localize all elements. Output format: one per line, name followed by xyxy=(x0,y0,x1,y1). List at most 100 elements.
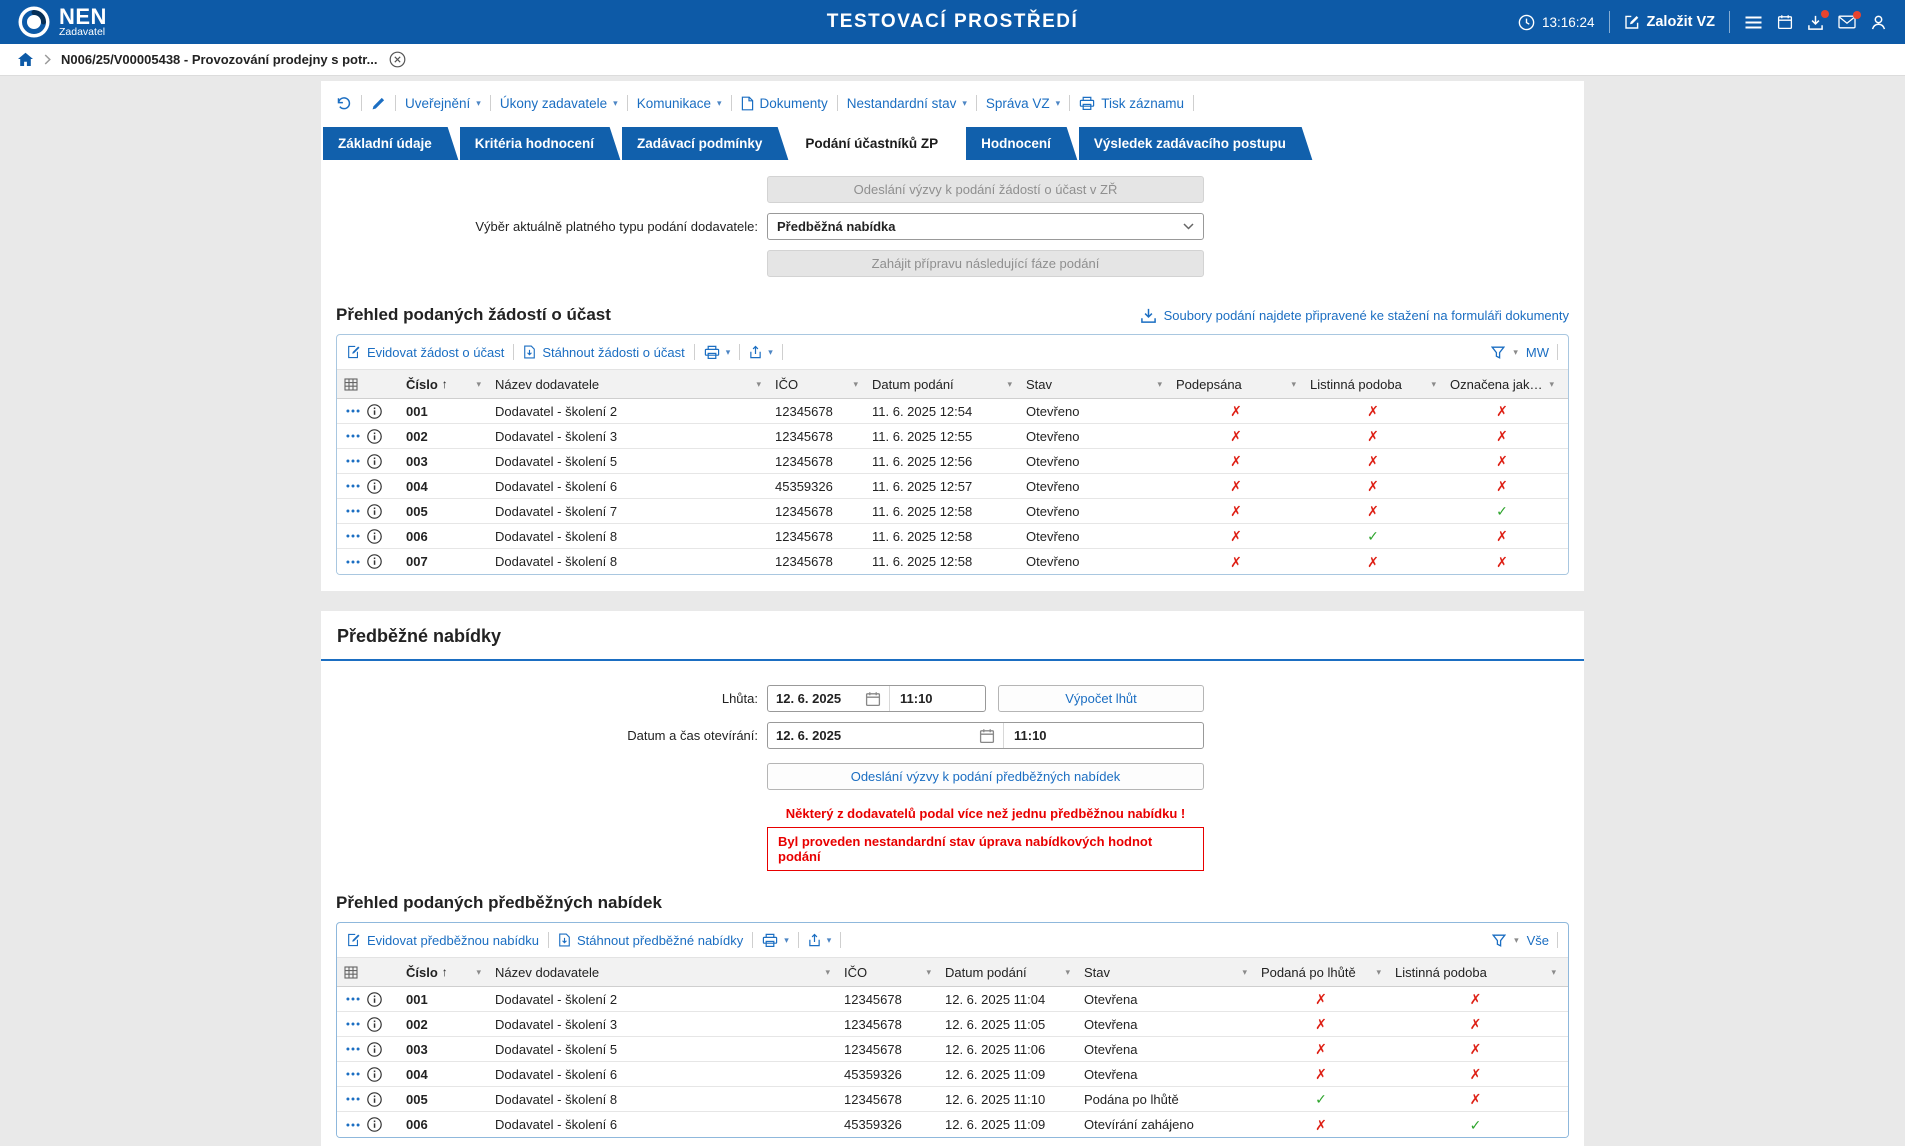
calc-deadlines-button[interactable]: Výpočet lhůt xyxy=(998,685,1204,712)
download-submissions-action[interactable]: Stáhnout předběžné nabídky xyxy=(558,933,743,948)
user-icon[interactable] xyxy=(1870,14,1887,31)
column-header-datum[interactable]: Datum podání▾ xyxy=(938,958,1077,986)
column-filter-icon[interactable]: ▾ xyxy=(1287,379,1296,390)
column-filter-icon[interactable]: ▾ xyxy=(821,967,830,978)
opening-time-value[interactable]: 11:10 xyxy=(1003,723,1203,748)
column-header-ico[interactable]: IČO▾ xyxy=(837,958,938,986)
column-filter-icon[interactable]: ▾ xyxy=(1547,967,1556,978)
tab-kriteria-hodnoceni[interactable]: Kritéria hodnocení xyxy=(460,127,609,160)
column-filter-icon[interactable]: ▾ xyxy=(752,379,761,390)
view-selector[interactable]: Vše xyxy=(1527,933,1549,948)
info-icon[interactable] xyxy=(367,554,382,569)
toolbar-item-tisk-zaznamu[interactable]: Tisk záznamu xyxy=(1079,96,1184,111)
submission-type-select[interactable]: Předběžná nabídka xyxy=(767,213,1204,240)
column-filter-icon[interactable]: ▾ xyxy=(472,379,481,390)
table-row[interactable]: 005Dodavatel - školení 81234567812. 6. 2… xyxy=(337,1087,1568,1112)
calendar-icon[interactable] xyxy=(1777,14,1793,30)
register-action[interactable]: Evidovat žádost o účast xyxy=(347,345,504,360)
info-icon[interactable] xyxy=(367,529,382,544)
column-filter-icon[interactable]: ▾ xyxy=(472,967,481,978)
column-filter-icon[interactable]: ▾ xyxy=(1153,379,1162,390)
export-menu-button[interactable]: ▾ xyxy=(808,933,832,947)
calendar-icon[interactable] xyxy=(979,728,995,744)
close-record-icon[interactable] xyxy=(389,51,406,68)
row-actions-icon[interactable] xyxy=(346,1123,360,1127)
tab-vysledek-zadavaciho-postupu[interactable]: Výsledek zadávacího postupu xyxy=(1079,127,1301,160)
messages-icon[interactable] xyxy=(1838,15,1856,29)
info-icon[interactable] xyxy=(367,992,382,1007)
export-menu-button[interactable]: ▾ xyxy=(749,345,773,359)
filter-icon[interactable] xyxy=(1491,346,1505,359)
column-header-stav[interactable]: Stav▾ xyxy=(1019,370,1169,398)
toolbar-item-komunikace[interactable]: Komunikace▾ xyxy=(637,96,722,111)
row-actions-icon[interactable] xyxy=(346,1022,360,1026)
info-icon[interactable] xyxy=(367,429,382,444)
row-actions-icon[interactable] xyxy=(346,997,360,1001)
download-submissions-action[interactable]: Stáhnout žádosti o účast xyxy=(523,345,684,360)
row-actions-icon[interactable] xyxy=(346,1072,360,1076)
table-row[interactable]: 004Dodavatel - školení 64535932612. 6. 2… xyxy=(337,1062,1568,1087)
submission-files-link[interactable]: Soubory podání najdete připravené ke sta… xyxy=(1140,307,1569,324)
info-icon[interactable] xyxy=(367,504,382,519)
column-header-po_lhute[interactable]: Podaná po lhůtě▾ xyxy=(1254,958,1388,986)
column-header-cislo[interactable]: Číslo↑▾ xyxy=(399,370,488,398)
menu-icon[interactable] xyxy=(1744,15,1763,30)
print-menu-button[interactable]: ▾ xyxy=(704,345,731,360)
column-filter-icon[interactable]: ▾ xyxy=(922,967,931,978)
info-icon[interactable] xyxy=(367,1092,382,1107)
info-icon[interactable] xyxy=(367,479,382,494)
row-actions-icon[interactable] xyxy=(346,409,360,413)
column-header-oznacena[interactable]: Označena jako ne▾ xyxy=(1443,370,1561,398)
column-header-listinna[interactable]: Listinná podoba▾ xyxy=(1388,958,1563,986)
column-header-stav[interactable]: Stav▾ xyxy=(1077,958,1254,986)
column-settings-button[interactable] xyxy=(337,370,399,398)
info-icon[interactable] xyxy=(367,1067,382,1082)
column-header-nazev[interactable]: Název dodavatele▾ xyxy=(488,958,837,986)
toolbar-item-ukony-zadavatele[interactable]: Úkony zadavatele▾ xyxy=(500,96,618,111)
info-icon[interactable] xyxy=(367,404,382,419)
row-actions-icon[interactable] xyxy=(346,560,360,564)
edit-record-icon[interactable] xyxy=(371,96,386,111)
column-filter-icon[interactable]: ▾ xyxy=(1545,379,1554,390)
table-row[interactable]: 002Dodavatel - školení 31234567811. 6. 2… xyxy=(337,424,1568,449)
toolbar-item-dokumenty[interactable]: Dokumenty xyxy=(741,96,828,111)
column-filter-icon[interactable]: ▾ xyxy=(1372,967,1381,978)
home-icon[interactable] xyxy=(17,52,34,67)
table-row[interactable]: 004Dodavatel - školení 64535932611. 6. 2… xyxy=(337,474,1568,499)
column-header-podepsana[interactable]: Podepsána▾ xyxy=(1169,370,1303,398)
filter-icon[interactable] xyxy=(1492,934,1506,947)
column-filter-icon[interactable]: ▾ xyxy=(1427,379,1436,390)
register-action[interactable]: Evidovat předběžnou nabídku xyxy=(347,933,539,948)
history-back-icon[interactable] xyxy=(335,95,352,111)
toolbar-item-uverejneni[interactable]: Uveřejnění▾ xyxy=(405,96,481,111)
row-actions-icon[interactable] xyxy=(346,1047,360,1051)
column-filter-icon[interactable]: ▾ xyxy=(1003,379,1012,390)
info-icon[interactable] xyxy=(367,1042,382,1057)
tab-hodnoceni[interactable]: Hodnocení xyxy=(966,127,1066,160)
column-header-cislo[interactable]: Číslo↑▾ xyxy=(399,958,488,986)
tab-podani-ucastniku-zp[interactable]: Podání účastníků ZP xyxy=(790,127,953,160)
row-actions-icon[interactable] xyxy=(346,434,360,438)
table-row[interactable]: 006Dodavatel - školení 81234567811. 6. 2… xyxy=(337,524,1568,549)
table-row[interactable]: 003Dodavatel - školení 51234567812. 6. 2… xyxy=(337,1037,1568,1062)
tab-zakladni-udaje[interactable]: Základní údaje xyxy=(323,127,447,160)
breadcrumb-record[interactable]: N006/25/V00005438 - Provozování prodejny… xyxy=(61,52,377,67)
row-actions-icon[interactable] xyxy=(346,459,360,463)
column-header-listinna[interactable]: Listinná podoba▾ xyxy=(1303,370,1443,398)
column-header-ico[interactable]: IČO▾ xyxy=(768,370,865,398)
row-actions-icon[interactable] xyxy=(346,1097,360,1101)
send-invite-bids-button[interactable]: Odeslání výzvy k podání předběžných nabí… xyxy=(767,763,1204,790)
column-filter-icon[interactable]: ▾ xyxy=(849,379,858,390)
column-filter-icon[interactable]: ▾ xyxy=(1238,967,1247,978)
downloads-icon[interactable] xyxy=(1807,14,1824,31)
table-row[interactable]: 002Dodavatel - školení 31234567812. 6. 2… xyxy=(337,1012,1568,1037)
nen-logo[interactable]: NEN Zadavatel xyxy=(18,6,107,38)
table-row[interactable]: 006Dodavatel - školení 64535932612. 6. 2… xyxy=(337,1112,1568,1137)
column-header-nazev[interactable]: Název dodavatele▾ xyxy=(488,370,768,398)
row-actions-icon[interactable] xyxy=(346,534,360,538)
print-menu-button[interactable]: ▾ xyxy=(762,933,789,948)
info-icon[interactable] xyxy=(367,1117,382,1132)
info-icon[interactable] xyxy=(367,1017,382,1032)
table-row[interactable]: 007Dodavatel - školení 81234567811. 6. 2… xyxy=(337,549,1568,574)
column-settings-button[interactable] xyxy=(337,958,399,986)
